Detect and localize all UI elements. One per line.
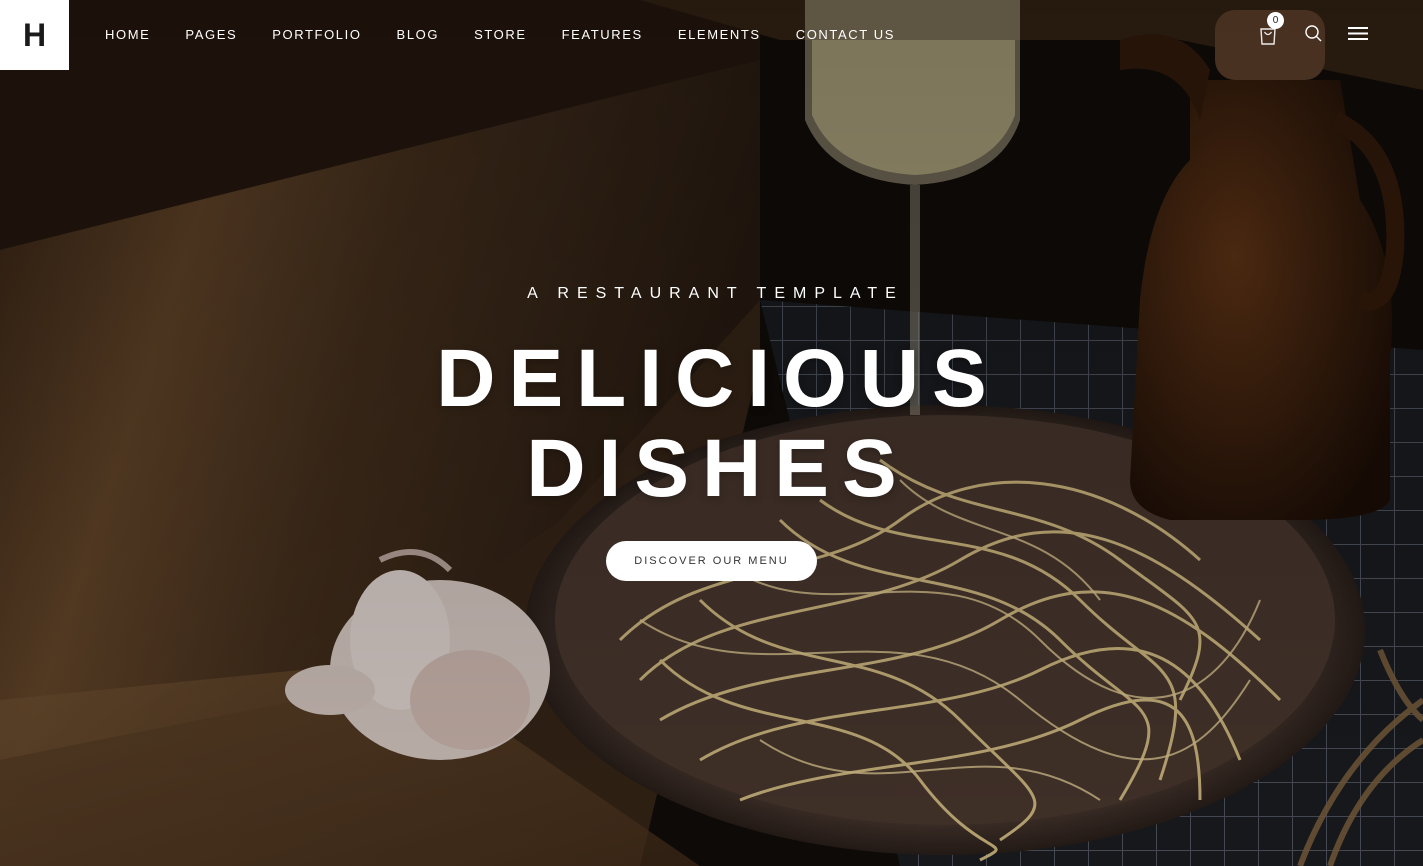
hero-section: H HOME PAGES PORTFOLIO BLOG STORE FEATUR… <box>0 0 1423 866</box>
nav-item-store[interactable]: STORE <box>474 27 527 43</box>
discover-menu-button[interactable]: DISCOVER OUR MENU <box>606 541 817 581</box>
hero-title-line-1: DELICIOUS <box>436 333 1000 424</box>
nav-item-elements[interactable]: ELEMENTS <box>678 27 761 43</box>
nav-item-blog[interactable]: BLOG <box>397 27 440 43</box>
nav-item-contact-us[interactable]: CONTACT US <box>796 27 895 43</box>
nav-item-portfolio[interactable]: PORTFOLIO <box>272 27 361 43</box>
hero-subtitle: A RESTAURANT TEMPLATE <box>527 285 904 302</box>
hero-title: DELICIOUS DISHES <box>0 334 1423 514</box>
logo[interactable]: H <box>0 0 69 70</box>
nav-item-home[interactable]: HOME <box>105 27 150 43</box>
main-navigation: HOME PAGES PORTFOLIO BLOG STORE FEATURES… <box>105 27 930 43</box>
nav-item-pages[interactable]: PAGES <box>185 27 237 43</box>
cart-count-badge: 0 <box>1267 12 1284 29</box>
hamburger-menu-icon[interactable] <box>1344 20 1372 48</box>
logo-letter: H <box>22 17 47 53</box>
search-icon[interactable] <box>1299 20 1327 48</box>
hero-title-line-2: DISHES <box>526 423 910 514</box>
nav-item-features[interactable]: FEATURES <box>562 27 643 43</box>
